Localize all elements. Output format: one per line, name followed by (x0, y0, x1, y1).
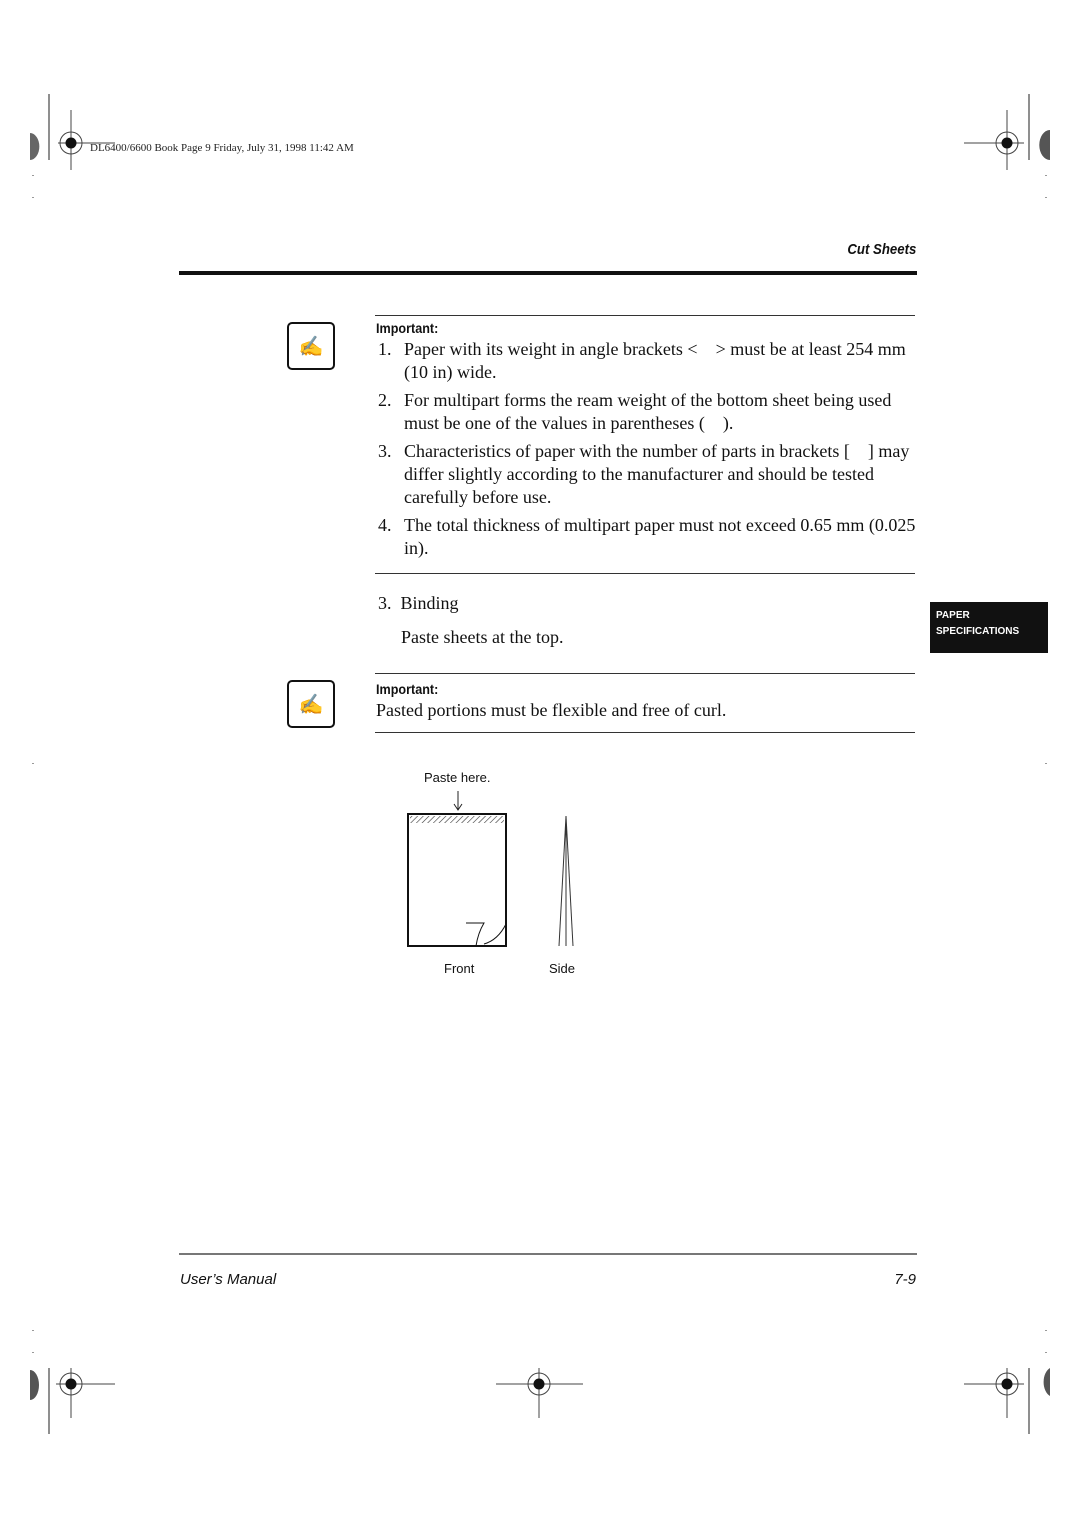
binding-heading: 3. Binding (378, 593, 459, 613)
footer-rule (179, 1253, 917, 1255)
list-item: 4. The total thickness of multipart pape… (378, 515, 920, 558)
print-header: DL6400/6600 Book Page 9 Friday, July 31,… (90, 142, 354, 154)
important-2-top-rule (375, 673, 915, 674)
binding-text: Paste sheets at the top. (401, 627, 564, 647)
list-item: 3. Characteristics of paper with the num… (378, 441, 914, 507)
important-note-icon: ✍ (287, 322, 335, 370)
print-registration-marks (30, 94, 1050, 1434)
registration-mark-top-left (30, 94, 115, 170)
registration-mark-bottom-left (30, 1368, 115, 1434)
important-label-2: Important: (376, 681, 439, 697)
registration-mark-bottom-center (496, 1368, 583, 1418)
paste-here-label: Paste here. (424, 770, 491, 785)
chapter-side-tab[interactable]: PAPER SPECIFICATIONS (930, 602, 1048, 653)
front-label: Front (444, 961, 475, 976)
side-view-drawing (558, 815, 574, 947)
pencil-hand-icon: ✍ (298, 335, 324, 358)
paste-area-hatch (410, 816, 504, 823)
binding-diagram (407, 791, 574, 947)
important-bottom-rule (375, 573, 915, 574)
side-label: Side (549, 961, 576, 976)
pencil-hand-icon: ✍ (298, 693, 324, 716)
list-item: 2. For multipart forms the ream weight o… (378, 390, 896, 433)
important-list: 1. Paper with its weight in angle bracke… (376, 338, 921, 560)
important-top-rule (375, 315, 915, 316)
important-label: Important: (376, 320, 439, 336)
list-item: 1. Paper with its weight in angle bracke… (378, 339, 911, 382)
important-2-bottom-rule (375, 732, 915, 733)
footer-manual-title: User’s Manual (180, 1271, 277, 1288)
registration-mark-top-right (964, 94, 1050, 170)
front-sheet-drawing (407, 813, 507, 947)
header-rule (179, 271, 917, 275)
registration-mark-bottom-right (964, 1368, 1050, 1434)
important-note-icon-2: ✍ (287, 680, 335, 728)
page-number: 7-9 (894, 1271, 916, 1288)
section-title: Cut Sheets (847, 241, 916, 258)
important-block-1: Important: 1. Paper with its weight in a… (376, 320, 921, 565)
important-text-2: Pasted portions must be flexible and fre… (376, 700, 727, 720)
arrow-down-icon (453, 791, 463, 811)
